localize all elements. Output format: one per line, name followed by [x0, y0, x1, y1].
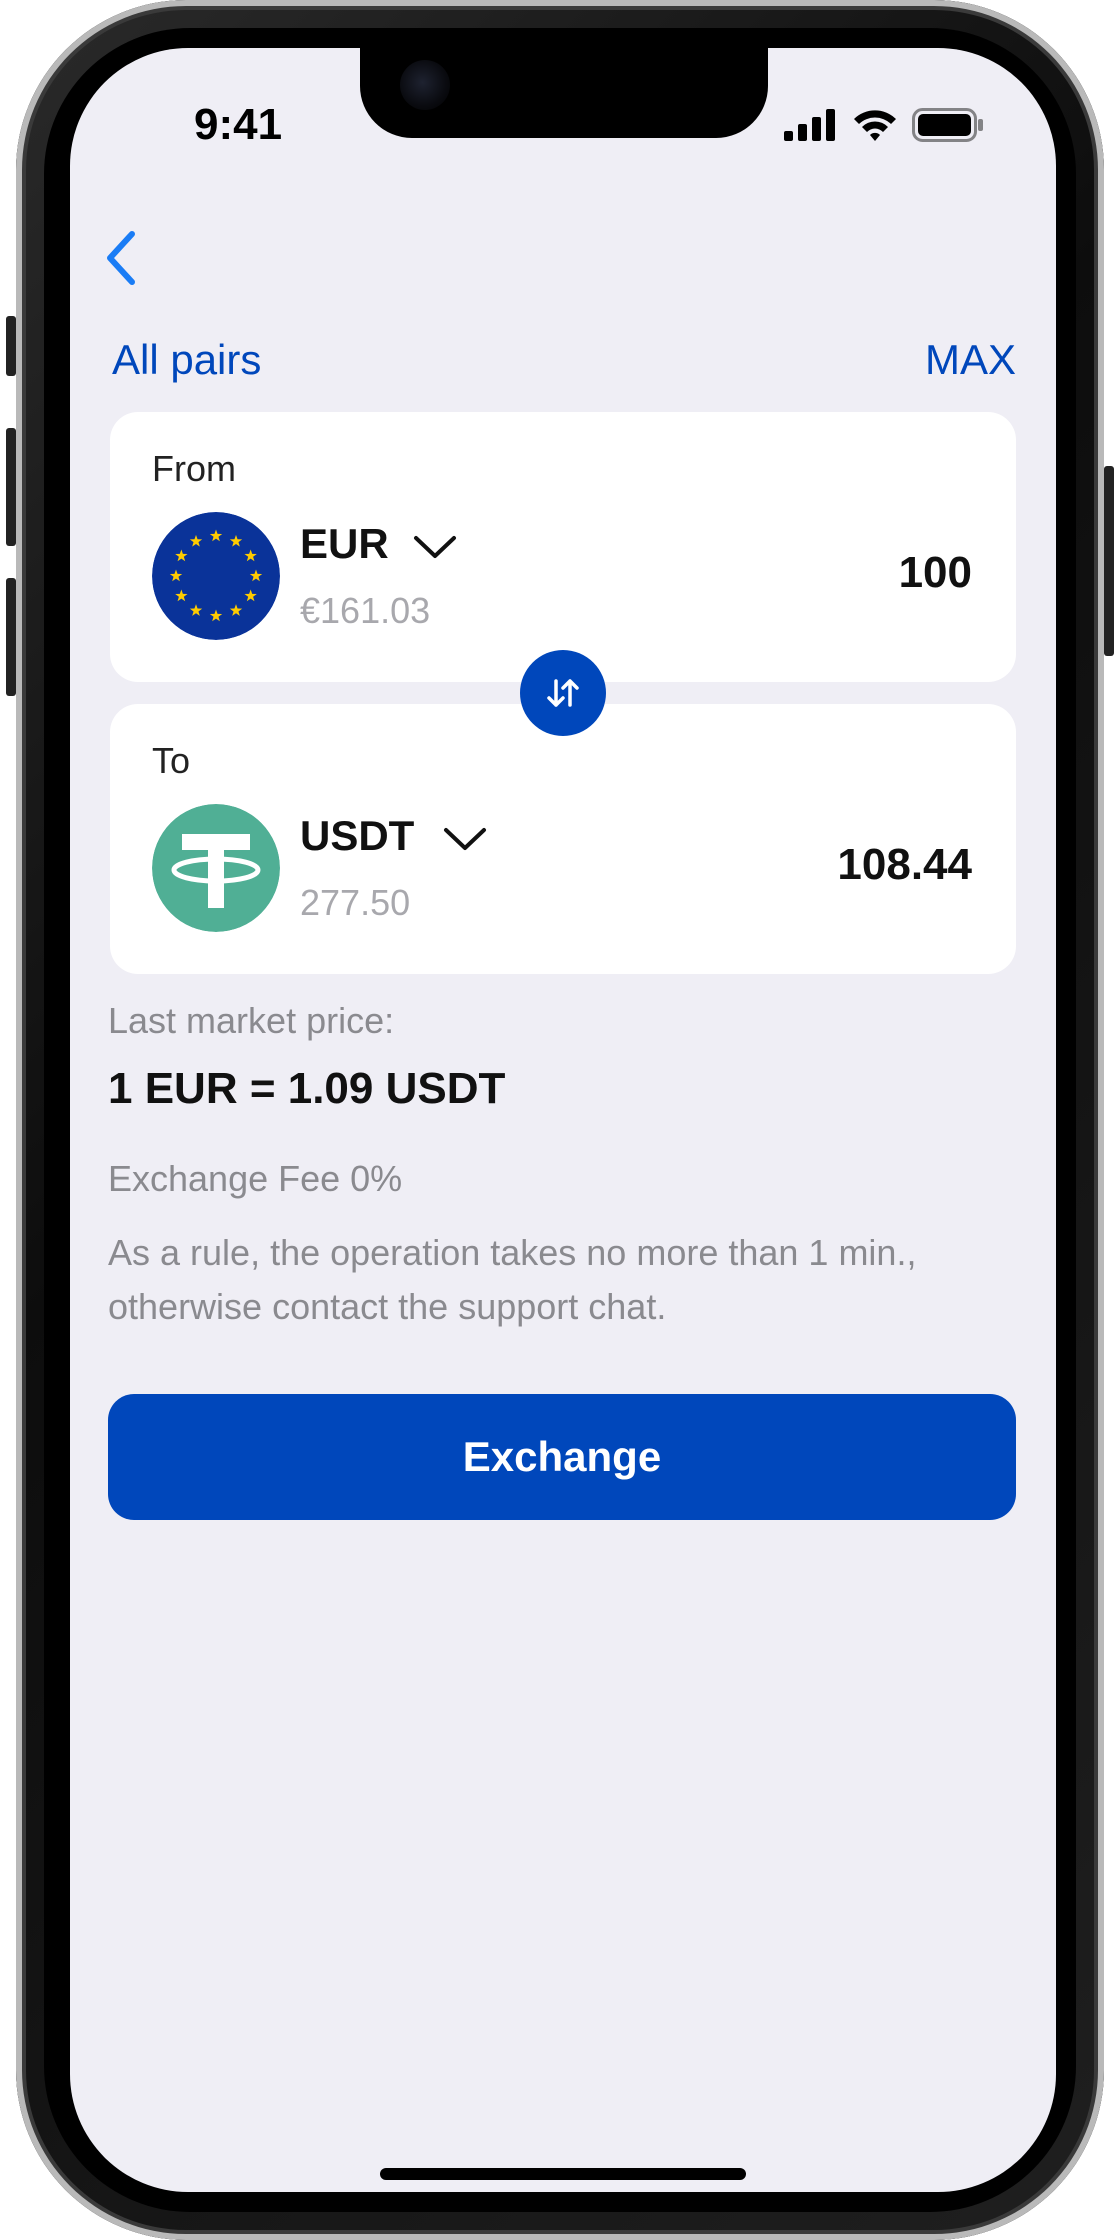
market-price-label: Last market price:	[108, 1000, 395, 1041]
exchange-button[interactable]: Exchange	[108, 1394, 1016, 1520]
chevron-left-icon	[107, 231, 135, 285]
wifi-icon	[854, 110, 896, 141]
mute-switch	[6, 316, 16, 376]
to-amount: 108.44	[837, 840, 972, 889]
battery-icon	[912, 108, 983, 142]
power-button	[1104, 466, 1114, 656]
screen: 9:41 All pairs MAX From EUR €161.03 100 …	[70, 48, 1056, 2192]
tether-icon	[152, 804, 280, 932]
status-time: 9:41	[194, 100, 283, 149]
front-camera	[400, 60, 450, 110]
notch	[360, 48, 768, 138]
home-indicator[interactable]	[380, 2168, 746, 2180]
operation-note: As a rule, the operation takes no more t…	[108, 1232, 917, 1327]
chevron-down-icon[interactable]	[440, 820, 490, 860]
from-amount-input[interactable]: 100	[899, 548, 972, 598]
all-pairs-link[interactable]: All pairs	[112, 336, 261, 384]
cellular-signal-icon	[784, 109, 835, 141]
to-card: To USDT 277.50 108.44	[110, 704, 1016, 974]
swap-button[interactable]	[520, 650, 606, 736]
exchange-rate: 1 EUR = 1.09 USDT	[108, 1064, 506, 1113]
eu-flag-icon	[152, 512, 280, 640]
from-card: From EUR €161.03 100	[110, 412, 1016, 682]
from-label: From	[152, 448, 236, 489]
max-button[interactable]: MAX	[925, 336, 1016, 384]
volume-up-button	[6, 428, 16, 546]
to-balance: 277.50	[300, 882, 411, 923]
back-button[interactable]	[90, 218, 150, 298]
exchange-fee: Exchange Fee 0%	[108, 1158, 403, 1199]
to-label: To	[152, 740, 191, 781]
from-currency-code[interactable]: EUR	[300, 520, 389, 568]
chevron-down-icon[interactable]	[410, 528, 460, 568]
volume-down-button	[6, 578, 16, 696]
to-currency-code[interactable]: USDT	[300, 812, 414, 860]
from-balance: €161.03	[300, 590, 431, 631]
swap-arrows-icon	[547, 679, 579, 707]
status-icons	[784, 108, 984, 142]
